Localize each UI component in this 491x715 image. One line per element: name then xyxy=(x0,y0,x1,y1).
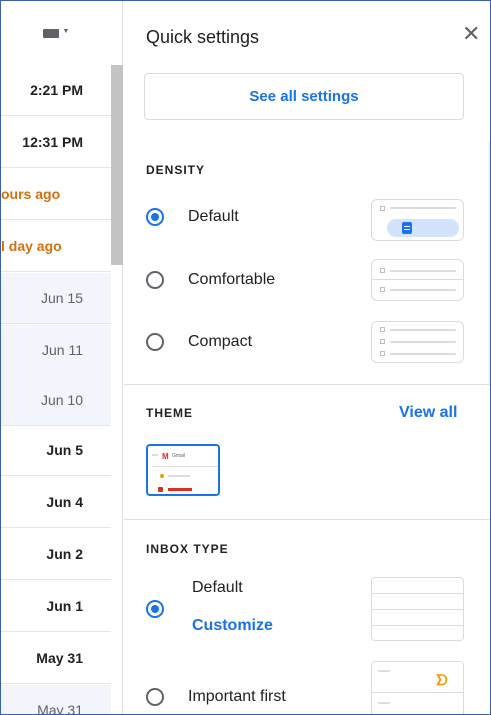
customize-link[interactable]: Customize xyxy=(192,617,273,635)
preview-divider xyxy=(372,593,463,594)
inbox-option-default[interactable]: Default Customize xyxy=(146,579,386,639)
app-window: ▼ 2:21 PM 12:31 PM ours ago l day ago Ju… xyxy=(0,0,491,715)
preview-divider xyxy=(372,609,463,610)
inbox-important-preview[interactable]: ᗤ xyxy=(371,661,464,714)
density-option-comfortable[interactable]: Comfortable xyxy=(146,271,275,289)
theme-heading: THEME xyxy=(146,406,193,420)
preview-divider xyxy=(152,466,218,467)
list-scrollbar[interactable] xyxy=(111,65,123,265)
preview-highlight xyxy=(387,219,459,237)
email-date: May 31 xyxy=(37,702,83,715)
view-all-themes-link[interactable]: View all xyxy=(399,404,457,422)
preview-line xyxy=(390,329,456,331)
preview-checkbox xyxy=(380,327,385,332)
preview-line xyxy=(390,353,456,355)
email-date: Jun 15 xyxy=(40,290,83,306)
list-item[interactable]: May 31 xyxy=(1,633,111,684)
list-item[interactable]: ours ago xyxy=(1,169,111,220)
option-label: Compact xyxy=(188,333,253,350)
preview-checkbox xyxy=(380,268,385,273)
option-label: Important first xyxy=(188,688,286,705)
radio-default[interactable] xyxy=(146,208,164,226)
density-option-default[interactable]: Default xyxy=(146,208,239,226)
list-item[interactable]: Jun 2 xyxy=(1,529,111,580)
list-item[interactable]: Jun 10 xyxy=(1,375,111,426)
email-list: ▼ 2:21 PM 12:31 PM ours ago l day ago Ju… xyxy=(1,1,123,715)
preview-line xyxy=(390,341,456,343)
important-marker-icon: ᗤ xyxy=(436,672,448,688)
option-label: Default xyxy=(192,579,243,596)
preview-highlight xyxy=(168,488,192,491)
preview-line xyxy=(390,289,456,291)
preview-logo-text: Gmail xyxy=(172,453,186,459)
see-all-settings-button[interactable]: See all settings xyxy=(144,73,464,120)
email-date: Jun 2 xyxy=(46,546,83,562)
density-option-compact[interactable]: Compact xyxy=(146,333,252,351)
list-item[interactable]: Jun 11 xyxy=(1,325,111,376)
density-heading: DENSITY xyxy=(146,163,206,177)
close-icon[interactable]: ✕ xyxy=(462,23,480,45)
email-date: l day ago xyxy=(1,238,62,254)
email-date: 12:31 PM xyxy=(22,134,83,150)
inbox-default-preview[interactable] xyxy=(371,577,464,641)
list-item[interactable]: l day ago xyxy=(1,221,111,272)
email-date: Jun 11 xyxy=(42,342,83,358)
email-date: ours ago xyxy=(1,186,61,202)
document-icon xyxy=(402,222,412,234)
option-label: Default xyxy=(188,208,239,225)
preview-checkbox xyxy=(380,339,385,344)
gmail-logo-icon: M xyxy=(162,452,169,461)
preview-divider xyxy=(372,625,463,626)
list-item[interactable]: Jun 5 xyxy=(1,425,111,476)
email-date: Jun 5 xyxy=(46,442,83,458)
preview-line xyxy=(390,270,456,272)
list-item[interactable]: 12:31 PM xyxy=(1,117,111,168)
preview-checkbox xyxy=(380,206,385,211)
preview-line xyxy=(378,702,390,704)
list-item[interactable]: Jun 1 xyxy=(1,581,111,632)
quick-settings-panel: Quick settings ✕ See all settings DENSIT… xyxy=(124,1,490,714)
radio-comfortable[interactable] xyxy=(146,271,164,289)
email-date: Jun 10 xyxy=(40,392,83,408)
preview-dot xyxy=(160,474,164,478)
inbox-type-heading: INBOX TYPE xyxy=(146,542,229,556)
theme-preview[interactable]: M Gmail xyxy=(146,444,220,496)
input-tools-toggle[interactable]: ▼ xyxy=(1,1,111,65)
radio-important-first[interactable] xyxy=(146,688,164,706)
list-item[interactable]: 2:21 PM xyxy=(1,65,111,116)
list-item[interactable]: Jun 4 xyxy=(1,477,111,528)
panel-title: Quick settings xyxy=(146,27,260,47)
density-comfortable-preview[interactable] xyxy=(371,259,464,301)
radio-inbox-default[interactable] xyxy=(146,600,164,618)
keyboard-icon xyxy=(42,28,59,38)
email-date: Jun 1 xyxy=(46,598,83,614)
radio-compact[interactable] xyxy=(146,333,164,351)
inbox-option-important-first[interactable]: Important first xyxy=(146,688,286,706)
list-item[interactable]: Jun 15 xyxy=(1,273,111,324)
preview-line xyxy=(168,475,190,477)
preview-checkbox xyxy=(380,287,385,292)
preview-menu-line xyxy=(152,454,158,456)
section-divider xyxy=(124,384,490,385)
density-default-preview[interactable] xyxy=(371,199,464,241)
email-date: 2:21 PM xyxy=(30,82,83,98)
email-date: Jun 4 xyxy=(46,494,83,510)
preview-dot xyxy=(158,487,163,492)
chevron-down-icon: ▼ xyxy=(62,27,70,35)
preview-divider xyxy=(372,692,463,693)
preview-checkbox xyxy=(380,351,385,356)
density-compact-preview[interactable] xyxy=(371,321,464,363)
section-divider xyxy=(124,519,490,520)
option-label: Comfortable xyxy=(188,271,276,288)
list-item[interactable]: May 31 xyxy=(1,685,111,715)
preview-line xyxy=(390,207,456,209)
email-date: May 31 xyxy=(36,650,83,666)
preview-line xyxy=(378,670,390,672)
preview-divider xyxy=(372,279,463,280)
